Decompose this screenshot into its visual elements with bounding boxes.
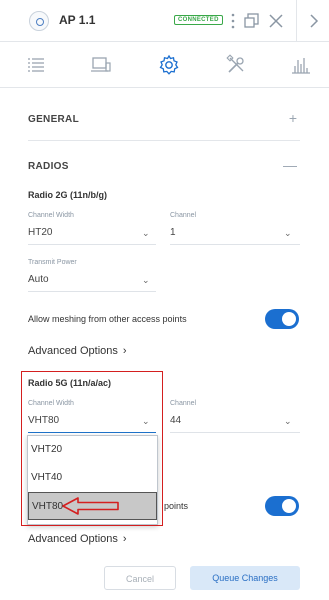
- chevron-right-icon: ›: [122, 345, 127, 357]
- advanced-options-label: Advanced Options: [28, 345, 118, 357]
- dropdown-option[interactable]: VHT40: [28, 464, 157, 492]
- channel-width-2g-label: Channel Width: [28, 212, 74, 219]
- channel-5g-select[interactable]: 44: [170, 415, 181, 426]
- channel-5g-label: Channel: [170, 400, 197, 407]
- bar-chart-icon[interactable]: [290, 54, 312, 76]
- status-badge: CONNECTED: [174, 15, 223, 25]
- radio-2g-title: Radio 2G (11n/b/g): [28, 190, 108, 200]
- dropdown-option[interactable]: VHT20: [28, 436, 157, 464]
- annotation-arrow-icon: [62, 497, 119, 515]
- section-general-title[interactable]: GENERAL: [28, 114, 79, 125]
- meshing-5g-toggle[interactable]: [265, 496, 299, 516]
- chevron-down-icon[interactable]: ⌄: [284, 228, 292, 239]
- chevron-down-icon[interactable]: ⌄: [284, 416, 292, 427]
- chevron-down-icon[interactable]: ⌄: [142, 275, 150, 286]
- gear-icon[interactable]: [158, 54, 180, 76]
- tab-bar: [0, 42, 329, 88]
- header-separator: [296, 0, 297, 42]
- chevron-right-icon[interactable]: [308, 12, 320, 30]
- meshing-5g-label-visible: points: [164, 501, 189, 511]
- channel-width-5g-label: Channel Width: [28, 400, 74, 407]
- section-radios-title[interactable]: RADIOS: [28, 161, 69, 172]
- panel-header: AP 1.1 CONNECTED: [0, 0, 329, 42]
- expand-general-icon[interactable]: +: [289, 110, 297, 126]
- collapse-radios-icon[interactable]: —: [283, 157, 297, 173]
- field-underline: [28, 244, 156, 245]
- restore-window-icon[interactable]: [243, 12, 261, 30]
- advanced-options-label: Advanced Options: [28, 533, 118, 545]
- channel-2g-select[interactable]: 1: [170, 227, 176, 238]
- cancel-button[interactable]: Cancel: [104, 566, 176, 590]
- transmit-power-label: Transmit Power: [28, 259, 77, 266]
- advanced-options-link-1[interactable]: Advanced Options ›: [28, 345, 127, 357]
- access-point-icon: [29, 11, 49, 31]
- close-icon[interactable]: [268, 12, 284, 30]
- chevron-right-icon: ›: [122, 533, 127, 545]
- field-underline: [170, 432, 300, 433]
- advanced-options-link-2[interactable]: Advanced Options ›: [28, 533, 127, 545]
- chevron-down-icon[interactable]: ⌄: [142, 228, 150, 239]
- queue-changes-button[interactable]: Queue Changes: [190, 566, 300, 590]
- meshing-2g-toggle[interactable]: [265, 309, 299, 329]
- device-title: AP 1.1: [59, 13, 96, 27]
- device-monitor-icon[interactable]: [90, 54, 112, 76]
- field-underline: [28, 291, 156, 292]
- field-underline: [170, 244, 300, 245]
- list-icon[interactable]: [25, 54, 47, 76]
- field-underline-active: [28, 432, 156, 433]
- channel-2g-label: Channel: [170, 212, 197, 219]
- more-vertical-icon[interactable]: [226, 12, 240, 30]
- transmit-power-select[interactable]: Auto: [28, 274, 49, 285]
- divider: [28, 140, 300, 141]
- channel-width-5g-select[interactable]: VHT80: [28, 415, 59, 426]
- tools-icon[interactable]: [225, 54, 247, 76]
- meshing-2g-label: Allow meshing from other access points: [28, 314, 187, 324]
- radio-5g-title: Radio 5G (11n/a/ac): [28, 378, 112, 388]
- channel-width-2g-select[interactable]: HT20: [28, 227, 52, 238]
- chevron-down-icon[interactable]: ⌄: [142, 416, 150, 427]
